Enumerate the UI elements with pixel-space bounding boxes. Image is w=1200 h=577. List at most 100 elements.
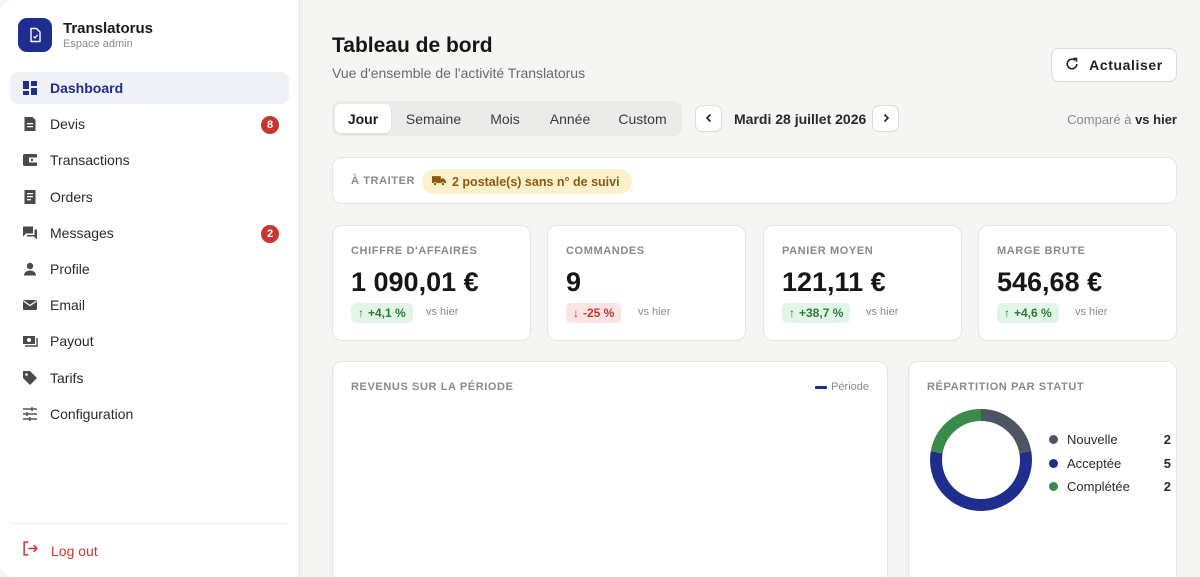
- todo-pill-text: 2 postale(s) sans n° de suivi: [452, 174, 620, 189]
- comparison-prefix: Comparé à: [1067, 112, 1132, 127]
- kpi-title: MARGE BRUTE: [997, 245, 1086, 257]
- status-dot: [1049, 458, 1058, 468]
- tab-annee[interactable]: Année: [534, 104, 606, 133]
- comparison-label: Comparé à vs hier: [1067, 112, 1177, 127]
- sidebar-item-profile[interactable]: Profile: [10, 253, 289, 285]
- status-row-completee: Complétée 2: [1049, 475, 1171, 499]
- kpi-delta-value: +38,7 %: [799, 306, 844, 320]
- comparison-value: vs hier: [1135, 112, 1177, 127]
- sidebar-item-payout[interactable]: Payout: [10, 325, 289, 357]
- chat-icon: [22, 225, 38, 241]
- sidebar-item-label: Transactions: [50, 152, 130, 169]
- kpi-card-gross-margin: MARGE BRUTE 546,68 € ↑ +4,6 % vs hier: [978, 225, 1177, 341]
- arrow-up-icon: ↑: [789, 306, 795, 320]
- sidebar-item-transactions[interactable]: Transactions: [10, 144, 289, 176]
- revenue-chart-card: REVENUS SUR LA PÉRIODE Période: [332, 361, 888, 577]
- legend-swatch: [815, 385, 828, 389]
- sidebar-item-email[interactable]: Email: [10, 289, 289, 321]
- next-date-button[interactable]: [872, 105, 899, 132]
- kpi-value: 1 090,01 €: [351, 267, 479, 297]
- sidebar-divider: [10, 523, 287, 524]
- sidebar-item-messages[interactable]: Messages 2: [10, 217, 289, 249]
- status-label: Acceptée: [1067, 455, 1122, 471]
- chevron-right-icon: [881, 110, 891, 128]
- kpi-delta-badge: ↓ -25 %: [566, 303, 622, 323]
- sidebar-item-label: Configuration: [50, 405, 134, 422]
- page-subtitle: Vue d'ensemble de l'activité Translatoru…: [332, 65, 586, 81]
- revenue-chart-title: REVENUS SUR LA PÉRIODE: [351, 381, 514, 393]
- status-count: 2: [1163, 479, 1171, 495]
- todo-pill-postal[interactable]: 2 postale(s) sans n° de suivi: [422, 169, 632, 194]
- todo-label: À TRAITER: [351, 175, 416, 187]
- kpi-delta-badge: ↑ +38,7 %: [782, 303, 851, 323]
- tab-jour[interactable]: Jour: [335, 104, 391, 133]
- kpi-delta-badge: ↑ +4,1 %: [351, 303, 413, 323]
- app-logo-icon: [18, 18, 52, 52]
- sidebar-item-configuration[interactable]: Configuration: [10, 398, 289, 430]
- logout-button[interactable]: Log out: [22, 540, 98, 562]
- refresh-label: Actualiser: [1089, 57, 1163, 73]
- status-dot: [1049, 435, 1058, 445]
- sidebar-item-orders[interactable]: Orders: [10, 181, 289, 213]
- status-label: Complétée: [1067, 479, 1130, 495]
- sidebar-item-label: Profile: [50, 260, 90, 277]
- kpi-delta-value: +4,6 %: [1014, 306, 1052, 320]
- kpi-delta-value: +4,1 %: [368, 306, 406, 320]
- donut-segment-acceptée: [930, 451, 1032, 511]
- todo-bar: À TRAITER 2 postale(s) sans n° de suivi: [332, 157, 1177, 204]
- kpi-comparison: vs hier: [1075, 306, 1108, 318]
- page-title: Tableau de bord: [332, 34, 493, 57]
- donut-segment-nouvelle: [980, 409, 1032, 454]
- sidebar-nav: Dashboard Devis 8 Transactions Orders Me…: [10, 72, 289, 434]
- kpi-title: PANIER MOYEN: [782, 245, 874, 257]
- sidebar-item-label: Tarifs: [50, 369, 84, 386]
- tab-custom[interactable]: Custom: [606, 104, 679, 133]
- wallet-icon: [22, 152, 38, 168]
- refresh-button[interactable]: Actualiser: [1051, 48, 1177, 82]
- status-label: Nouvelle: [1067, 432, 1118, 448]
- status-breakdown-card: RÉPARTITION PAR STATUT Nouvelle 2 Accept…: [908, 361, 1177, 577]
- status-count: 5: [1163, 455, 1171, 471]
- previous-date-button[interactable]: [695, 105, 722, 132]
- kpi-comparison: vs hier: [866, 306, 899, 318]
- status-row-nouvelle: Nouvelle 2: [1049, 428, 1171, 452]
- status-count: 2: [1163, 432, 1171, 448]
- kpi-title: CHIFFRE D'AFFAIRES: [351, 245, 478, 257]
- kpi-card-orders: COMMANDES 9 ↓ -25 % vs hier: [547, 225, 746, 341]
- tag-icon: [22, 370, 38, 386]
- arrow-down-icon: ↓: [573, 306, 579, 320]
- kpi-title: COMMANDES: [566, 245, 645, 257]
- logout-label: Log out: [51, 543, 98, 559]
- user-icon: [22, 261, 38, 277]
- document-icon: [22, 116, 38, 132]
- status-dot: [1049, 482, 1058, 492]
- period-tabs: Jour Semaine Mois Année Custom: [332, 101, 682, 136]
- tab-semaine[interactable]: Semaine: [391, 104, 476, 133]
- kpi-comparison: vs hier: [638, 306, 671, 318]
- kpi-value: 9: [566, 267, 582, 297]
- kpi-card-revenue: CHIFFRE D'AFFAIRES 1 090,01 € ↑ +4,1 % v…: [332, 225, 531, 341]
- dashboard-icon: [22, 80, 38, 96]
- sidebar-item-dashboard[interactable]: Dashboard: [10, 72, 289, 104]
- tab-mois[interactable]: Mois: [476, 104, 534, 133]
- legend-label: Période: [831, 381, 869, 393]
- receipt-icon: [22, 189, 38, 205]
- kpi-comparison: vs hier: [426, 306, 459, 318]
- kpi-card-average-basket: PANIER MOYEN 121,11 € ↑ +38,7 % vs hier: [763, 225, 962, 341]
- kpi-delta-value: -25 %: [583, 306, 615, 320]
- brand-name: Translatorus: [63, 19, 154, 37]
- mail-icon: [22, 297, 38, 313]
- sidebar-item-tarifs[interactable]: Tarifs: [10, 362, 289, 394]
- brand[interactable]: Translatorus Espace admin: [18, 18, 153, 52]
- revenue-chart-legend: Période: [815, 381, 869, 393]
- kpi-value: 546,68 €: [997, 267, 1103, 297]
- kpi-value: 121,11 €: [782, 267, 886, 297]
- brand-subtitle: Espace admin: [63, 37, 133, 50]
- current-date: Mardi 28 juillet 2026: [734, 111, 867, 127]
- status-row-acceptee: Acceptée 5: [1049, 452, 1171, 476]
- sidebar-item-label: Devis: [50, 116, 86, 133]
- sidebar-item-devis[interactable]: Devis 8: [10, 108, 289, 140]
- arrow-up-icon: ↑: [358, 306, 364, 320]
- sidebar-item-label: Email: [50, 297, 86, 314]
- kpi-delta-badge: ↑ +4,6 %: [997, 303, 1059, 323]
